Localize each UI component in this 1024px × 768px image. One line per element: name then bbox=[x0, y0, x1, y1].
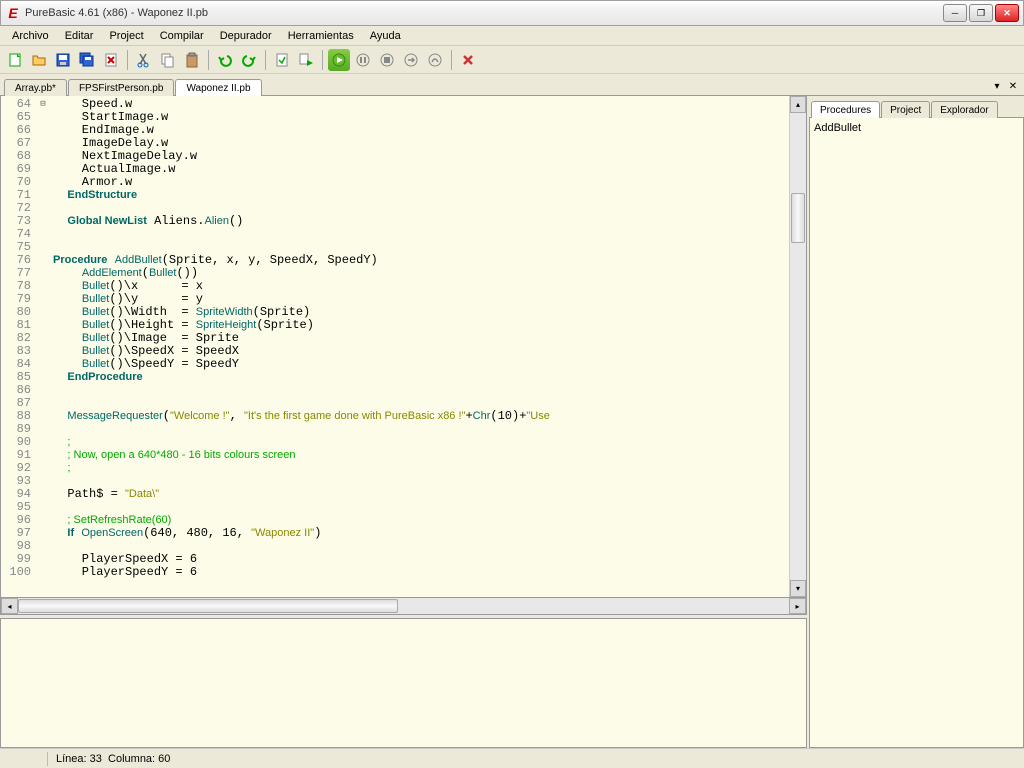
toolbar bbox=[0, 46, 1024, 74]
menu-depurador[interactable]: Depurador bbox=[212, 28, 280, 44]
paste-icon[interactable] bbox=[181, 49, 203, 71]
code-editor[interactable]: Speed.w StartImage.w EndImage.w ImageDel… bbox=[49, 96, 789, 597]
main-area: 64 65 66 67 68 69 70 71 72 73 74 75 76 7… bbox=[0, 96, 1024, 748]
menu-archivo[interactable]: Archivo bbox=[4, 28, 57, 44]
tab-controls: ▾ ✕ bbox=[990, 79, 1020, 95]
title-bar: E PureBasic 4.61 (x86) - Waponez II.pb ─… bbox=[0, 0, 1024, 26]
side-tab-explorador[interactable]: Explorador bbox=[931, 101, 997, 118]
menu-project[interactable]: Project bbox=[101, 28, 151, 44]
menu-compilar[interactable]: Compilar bbox=[152, 28, 212, 44]
scroll-left-icon[interactable]: ◂ bbox=[1, 598, 18, 614]
procedure-item[interactable]: AddBullet bbox=[814, 122, 1019, 134]
cut-icon[interactable] bbox=[133, 49, 155, 71]
side-panel: Procedures Project Explorador AddBullet bbox=[809, 96, 1024, 748]
window-buttons: ─ ❐ ✕ bbox=[943, 4, 1019, 22]
procedures-list[interactable]: AddBullet bbox=[809, 118, 1024, 748]
close-file-icon[interactable] bbox=[100, 49, 122, 71]
editor-area: 64 65 66 67 68 69 70 71 72 73 74 75 76 7… bbox=[0, 96, 807, 598]
vertical-scrollbar[interactable]: ▴ ▾ bbox=[789, 96, 806, 597]
scroll-up-icon[interactable]: ▴ bbox=[790, 96, 806, 113]
horizontal-scroll-thumb[interactable] bbox=[18, 599, 398, 613]
side-tab-bar: Procedures Project Explorador bbox=[809, 96, 1024, 118]
new-file-icon[interactable] bbox=[4, 49, 26, 71]
tab-waponez[interactable]: Waponez II.pb bbox=[175, 79, 261, 96]
run-debug-icon[interactable] bbox=[328, 49, 350, 71]
compile-icon[interactable] bbox=[271, 49, 293, 71]
copy-icon[interactable] bbox=[157, 49, 179, 71]
menu-herramientas[interactable]: Herramientas bbox=[280, 28, 362, 44]
editor-wrap: 64 65 66 67 68 69 70 71 72 73 74 75 76 7… bbox=[0, 96, 809, 748]
compile-run-icon[interactable] bbox=[295, 49, 317, 71]
menu-bar: Archivo Editar Project Compilar Depurado… bbox=[0, 26, 1024, 46]
menu-ayuda[interactable]: Ayuda bbox=[362, 28, 409, 44]
menu-editar[interactable]: Editar bbox=[57, 28, 102, 44]
tab-dropdown-icon[interactable]: ▾ bbox=[990, 79, 1004, 93]
toolbar-separator bbox=[322, 50, 323, 70]
app-icon: E bbox=[5, 5, 21, 21]
step-icon[interactable] bbox=[400, 49, 422, 71]
side-tab-project[interactable]: Project bbox=[881, 101, 930, 118]
save-all-icon[interactable] bbox=[76, 49, 98, 71]
vertical-scroll-thumb[interactable] bbox=[791, 193, 805, 243]
undo-icon[interactable] bbox=[214, 49, 236, 71]
line-gutter: 64 65 66 67 68 69 70 71 72 73 74 75 76 7… bbox=[1, 96, 37, 597]
status-cell bbox=[8, 752, 48, 766]
tab-array[interactable]: Array.pb* bbox=[4, 79, 67, 96]
pause-icon[interactable] bbox=[352, 49, 374, 71]
minimize-button[interactable]: ─ bbox=[943, 4, 967, 22]
toolbar-separator bbox=[127, 50, 128, 70]
status-position: Línea: 33 Columna: 60 bbox=[48, 753, 170, 765]
status-bar: Línea: 33 Columna: 60 bbox=[0, 748, 1024, 768]
fold-column[interactable]: ⊟ bbox=[37, 96, 49, 597]
tab-fpsfirstperson[interactable]: FPSFirstPerson.pb bbox=[68, 79, 174, 96]
step-over-icon[interactable] bbox=[424, 49, 446, 71]
maximize-button[interactable]: ❐ bbox=[969, 4, 993, 22]
tab-close-icon[interactable]: ✕ bbox=[1006, 79, 1020, 93]
toolbar-separator bbox=[208, 50, 209, 70]
toolbar-separator bbox=[265, 50, 266, 70]
kill-icon[interactable] bbox=[457, 49, 479, 71]
open-file-icon[interactable] bbox=[28, 49, 50, 71]
toolbar-separator bbox=[451, 50, 452, 70]
output-panel[interactable] bbox=[0, 618, 807, 748]
window-title: PureBasic 4.61 (x86) - Waponez II.pb bbox=[25, 7, 943, 19]
scroll-down-icon[interactable]: ▾ bbox=[790, 580, 806, 597]
tab-bar: Array.pb* FPSFirstPerson.pb Waponez II.p… bbox=[0, 74, 1024, 96]
horizontal-scrollbar[interactable]: ◂ ▸ bbox=[0, 598, 807, 615]
stop-icon[interactable] bbox=[376, 49, 398, 71]
scroll-right-icon[interactable]: ▸ bbox=[789, 598, 806, 614]
close-button[interactable]: ✕ bbox=[995, 4, 1019, 22]
save-icon[interactable] bbox=[52, 49, 74, 71]
redo-icon[interactable] bbox=[238, 49, 260, 71]
side-tab-procedures[interactable]: Procedures bbox=[811, 101, 880, 118]
